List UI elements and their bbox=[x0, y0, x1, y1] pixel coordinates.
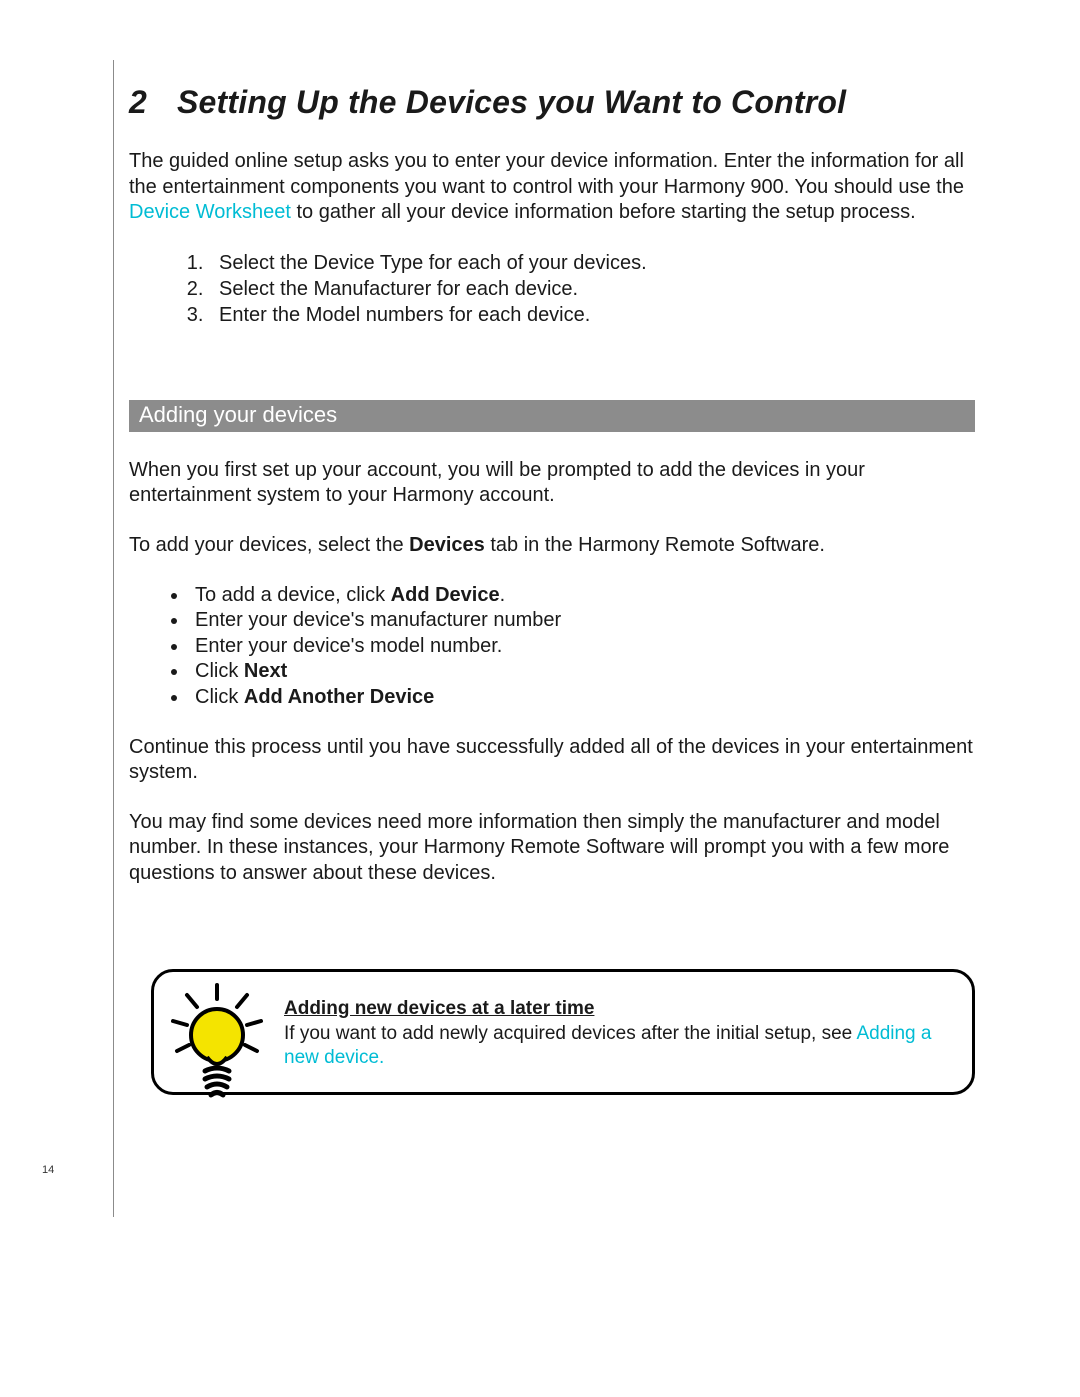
lightbulb-icon bbox=[167, 983, 267, 1103]
step-item: Select the Manufacturer for each device. bbox=[209, 276, 975, 302]
intro-text-pre: The guided online setup asks you to ente… bbox=[129, 150, 964, 198]
paragraph: To add your devices, select the Devices … bbox=[129, 533, 975, 559]
tip-callout: Adding new devices at a later time If yo… bbox=[129, 969, 975, 1096]
step-item: Select the Device Type for each of your … bbox=[209, 250, 975, 276]
manual-page: 2Setting Up the Devices you Want to Cont… bbox=[0, 0, 1080, 1397]
bullet-list: To add a device, click Add Device. Enter… bbox=[169, 583, 975, 711]
tip-title: Adding new devices at a later time bbox=[284, 998, 952, 1020]
left-margin-rule bbox=[113, 60, 114, 1217]
bold-text: Next bbox=[244, 660, 287, 682]
list-item: Click Add Another Device bbox=[189, 685, 975, 711]
list-item: To add a device, click Add Device. bbox=[189, 583, 975, 609]
page-number: 14 bbox=[42, 1164, 54, 1176]
text: Click bbox=[195, 686, 244, 708]
list-item: Enter your device's manufacturer number bbox=[189, 608, 975, 634]
list-item: Enter your device's model number. bbox=[189, 634, 975, 660]
section-heading: 2Setting Up the Devices you Want to Cont… bbox=[129, 84, 975, 121]
text: Click bbox=[195, 660, 244, 682]
text: tab in the Harmony Remote Software. bbox=[485, 534, 825, 556]
paragraph: When you first set up your account, you … bbox=[129, 458, 975, 509]
bold-text: Add Another Device bbox=[244, 686, 434, 708]
intro-text-post: to gather all your device information be… bbox=[291, 201, 916, 223]
paragraph: You may find some devices need more info… bbox=[129, 810, 975, 887]
device-worksheet-link[interactable]: Device Worksheet bbox=[129, 201, 291, 223]
page-content: 2Setting Up the Devices you Want to Cont… bbox=[129, 84, 975, 1095]
bold-text: Devices bbox=[409, 534, 485, 556]
text: To add a device, click bbox=[195, 584, 391, 606]
section-title-text: Setting Up the Devices you Want to Contr… bbox=[177, 84, 846, 120]
bold-text: Add Device bbox=[391, 584, 500, 606]
tip-box: Adding new devices at a later time If yo… bbox=[151, 969, 975, 1096]
tip-body: If you want to add newly acquired device… bbox=[284, 1023, 931, 1068]
numbered-steps: Select the Device Type for each of your … bbox=[167, 250, 975, 328]
list-item: Click Next bbox=[189, 659, 975, 685]
text: To add your devices, select the bbox=[129, 534, 409, 556]
section-number: 2 bbox=[129, 84, 177, 121]
intro-paragraph: The guided online setup asks you to ente… bbox=[129, 149, 975, 226]
subsection-bar: Adding your devices bbox=[129, 400, 975, 432]
text: . bbox=[500, 584, 506, 606]
paragraph: Continue this process until you have suc… bbox=[129, 735, 975, 786]
step-item: Enter the Model numbers for each device. bbox=[209, 302, 975, 328]
text: If you want to add newly acquired device… bbox=[284, 1023, 856, 1044]
